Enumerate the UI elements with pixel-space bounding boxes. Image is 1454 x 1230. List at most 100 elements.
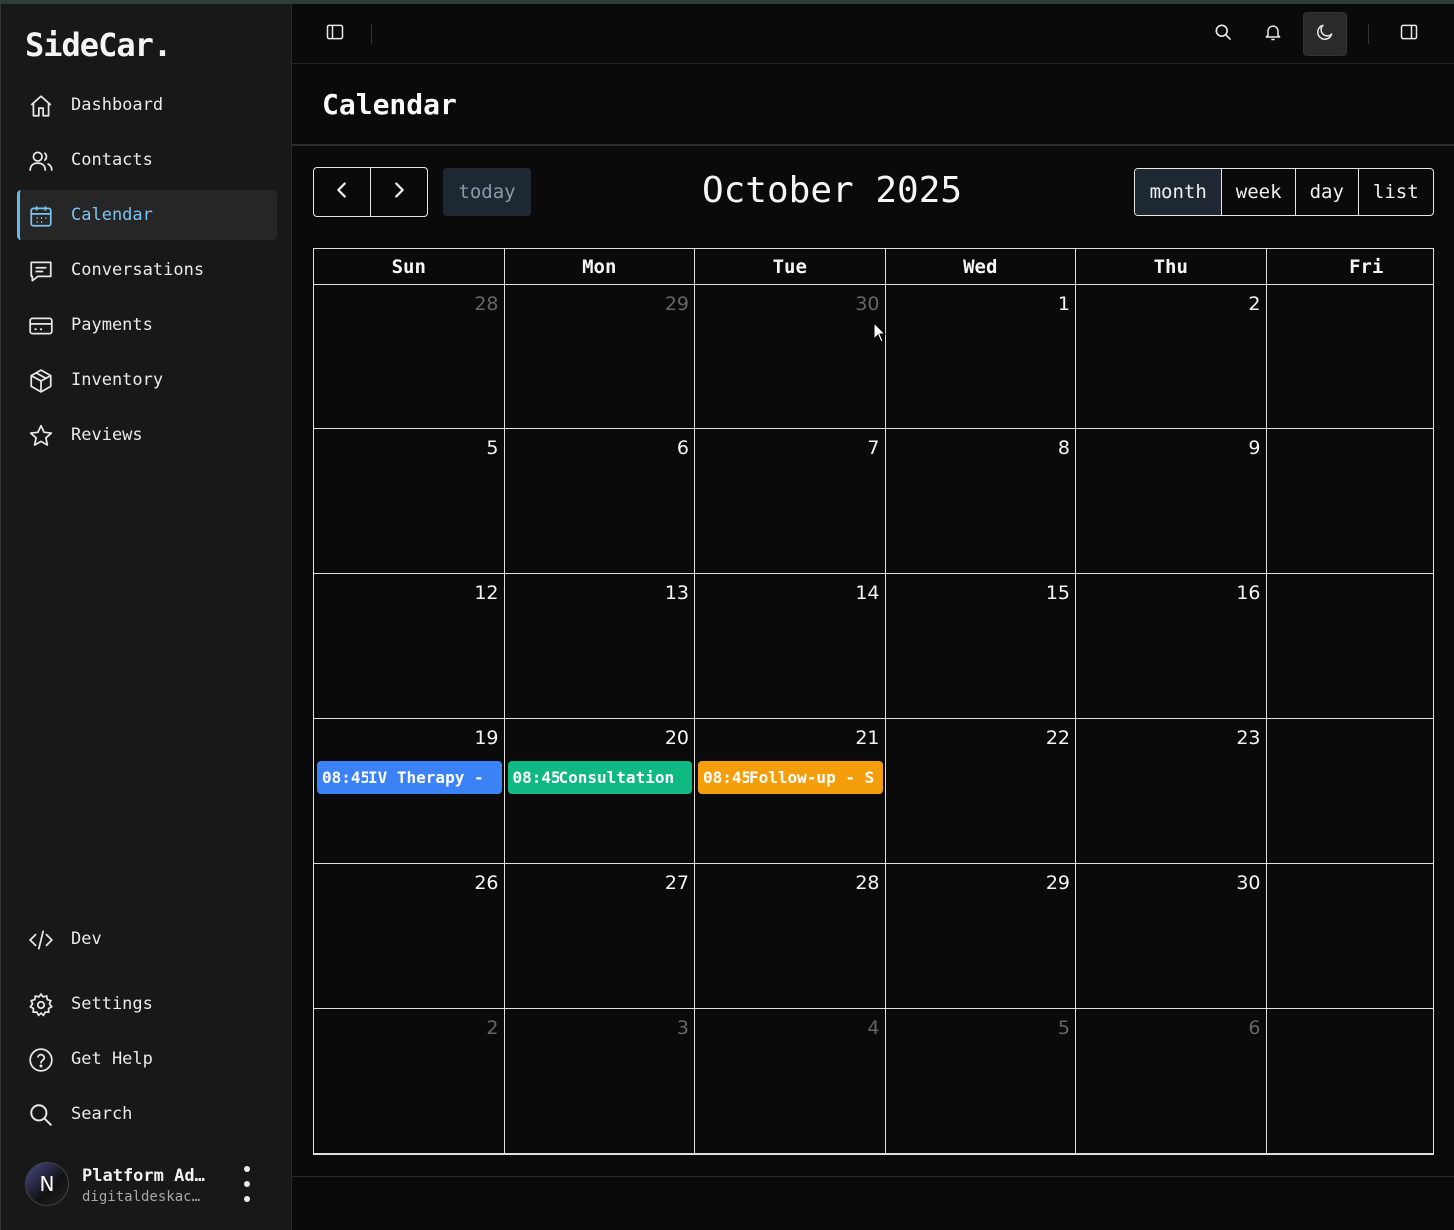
today-button[interactable]: today: [443, 168, 531, 216]
notifications-button[interactable]: [1251, 12, 1295, 56]
weekday-header: Sun: [314, 249, 505, 285]
day-number[interactable]: 5: [1058, 1017, 1070, 1039]
calendar-icon: [27, 202, 55, 230]
day-number[interactable]: 19: [474, 727, 498, 749]
day-cell[interactable]: 26: [314, 864, 505, 1009]
day-number[interactable]: 6: [1248, 1017, 1260, 1039]
day-number[interactable]: 2: [486, 1017, 498, 1039]
theme-toggle-button[interactable]: [1303, 12, 1347, 56]
sidebar-item-get-help[interactable]: Get Help: [17, 1034, 277, 1084]
day-cell[interactable]: 22: [885, 719, 1076, 864]
day-cell[interactable]: 1: [1266, 574, 1433, 719]
day-number[interactable]: 7: [867, 437, 879, 459]
day-view-button[interactable]: day: [1294, 169, 1358, 215]
day-cell[interactable]: 15: [885, 574, 1076, 719]
month-view-button[interactable]: month: [1135, 169, 1222, 215]
calendar-event[interactable]: 08:45 IV Therapy -: [317, 761, 502, 794]
day-cell[interactable]: 6: [1076, 1009, 1267, 1154]
day-number[interactable]: 28: [474, 293, 498, 315]
day-number[interactable]: 4: [867, 1017, 879, 1039]
day-number[interactable]: 3: [677, 1017, 689, 1039]
day-cell[interactable]: 5: [885, 1009, 1076, 1154]
sidebar-item-dev[interactable]: Dev: [17, 914, 277, 964]
search-button[interactable]: [1201, 12, 1245, 56]
day-cell[interactable]: 28: [314, 285, 505, 429]
day-cell[interactable]: 2: [1076, 285, 1267, 429]
day-cell[interactable]: 8: [885, 429, 1076, 574]
day-number[interactable]: 13: [665, 582, 689, 604]
calendar-event[interactable]: 08:45 Consultation: [507, 761, 692, 794]
sidebar-item-conversations[interactable]: Conversations: [17, 245, 277, 295]
day-cell[interactable]: 14: [695, 574, 886, 719]
day-number[interactable]: 6: [677, 437, 689, 459]
day-number[interactable]: 30: [1236, 872, 1260, 894]
list-view-button[interactable]: list: [1357, 169, 1433, 215]
more-vertical-icon[interactable]: [237, 1166, 257, 1202]
day-cell[interactable]: 6: [504, 429, 695, 574]
app-logo[interactable]: SideCar.: [25, 26, 172, 64]
prev-button[interactable]: [314, 168, 370, 216]
sidebar-item-label: Inventory: [71, 370, 164, 390]
user-profile[interactable]: N Platform Ad… digitaldeskac…: [25, 1160, 275, 1216]
day-number[interactable]: 12: [474, 582, 498, 604]
toggle-sidebar-button[interactable]: [313, 12, 357, 56]
day-cell[interactable]: 3: [504, 1009, 695, 1154]
day-cell[interactable]: 30: [1076, 864, 1267, 1009]
avatar: N: [25, 1162, 69, 1206]
day-cell[interactable]: 1: [885, 285, 1076, 429]
day-cell[interactable]: [1266, 1009, 1433, 1154]
day-cell[interactable]: 9: [1076, 429, 1267, 574]
day-number[interactable]: 2: [1248, 293, 1260, 315]
day-cell[interactable]: 12: [314, 574, 505, 719]
day-cell[interactable]: 23: [1076, 719, 1267, 864]
day-number[interactable]: 26: [474, 872, 498, 894]
sidebar-item-reviews[interactable]: Reviews: [17, 410, 277, 460]
day-number[interactable]: 16: [1236, 582, 1260, 604]
toggle-panel-button[interactable]: [1387, 12, 1431, 56]
event-time: 08:45: [322, 768, 368, 787]
day-number[interactable]: 1: [1058, 293, 1070, 315]
day-cell[interactable]: 29: [885, 864, 1076, 1009]
sidebar-item-search[interactable]: Search: [17, 1089, 277, 1139]
day-cell[interactable]: 29: [504, 285, 695, 429]
day-number[interactable]: 5: [486, 437, 498, 459]
day-number[interactable]: 23: [1236, 727, 1260, 749]
day-number[interactable]: 8: [1058, 437, 1070, 459]
card-icon: [27, 312, 55, 340]
day-cell[interactable]: 4: [695, 1009, 886, 1154]
day-cell[interactable]: [1266, 285, 1433, 429]
day-cell[interactable]: 27: [504, 864, 695, 1009]
day-cell[interactable]: 16: [1076, 574, 1267, 719]
week-view-button[interactable]: week: [1221, 169, 1295, 215]
day-cell[interactable]: 5: [314, 429, 505, 574]
day-cell[interactable]: 1: [1266, 429, 1433, 574]
day-number[interactable]: 9: [1248, 437, 1260, 459]
sidebar-item-contacts[interactable]: Contacts: [17, 135, 277, 185]
day-cell[interactable]: 28: [695, 864, 886, 1009]
day-number[interactable]: 30: [855, 293, 879, 315]
day-cell[interactable]: 13: [504, 574, 695, 719]
day-number[interactable]: 15: [1046, 582, 1070, 604]
day-number[interactable]: 22: [1046, 727, 1070, 749]
day-cell[interactable]: 2: [314, 1009, 505, 1154]
calendar-event[interactable]: 08:45 Follow-up - S: [698, 761, 883, 794]
day-cell[interactable]: 30: [695, 285, 886, 429]
day-number[interactable]: 29: [665, 293, 689, 315]
day-number[interactable]: 14: [855, 582, 879, 604]
sidebar-item-payments[interactable]: Payments: [17, 300, 277, 350]
day-number[interactable]: 28: [855, 872, 879, 894]
day-cell[interactable]: 7: [695, 429, 886, 574]
day-cell[interactable]: 3: [1266, 864, 1433, 1009]
sidebar-item-dashboard[interactable]: Dashboard: [17, 80, 277, 130]
day-cell[interactable]: 2: [1266, 719, 1433, 864]
day-number[interactable]: 29: [1046, 872, 1070, 894]
weekday-header: Mon: [504, 249, 695, 285]
next-button[interactable]: [370, 168, 427, 216]
day-number[interactable]: 27: [665, 872, 689, 894]
sidebar-item-calendar[interactable]: Calendar: [17, 190, 277, 240]
day-number[interactable]: 21: [855, 727, 879, 749]
moon-icon: [1315, 22, 1335, 46]
day-number[interactable]: 20: [665, 727, 689, 749]
sidebar-item-inventory[interactable]: Inventory: [17, 355, 277, 405]
sidebar-item-settings[interactable]: Settings: [17, 979, 277, 1029]
